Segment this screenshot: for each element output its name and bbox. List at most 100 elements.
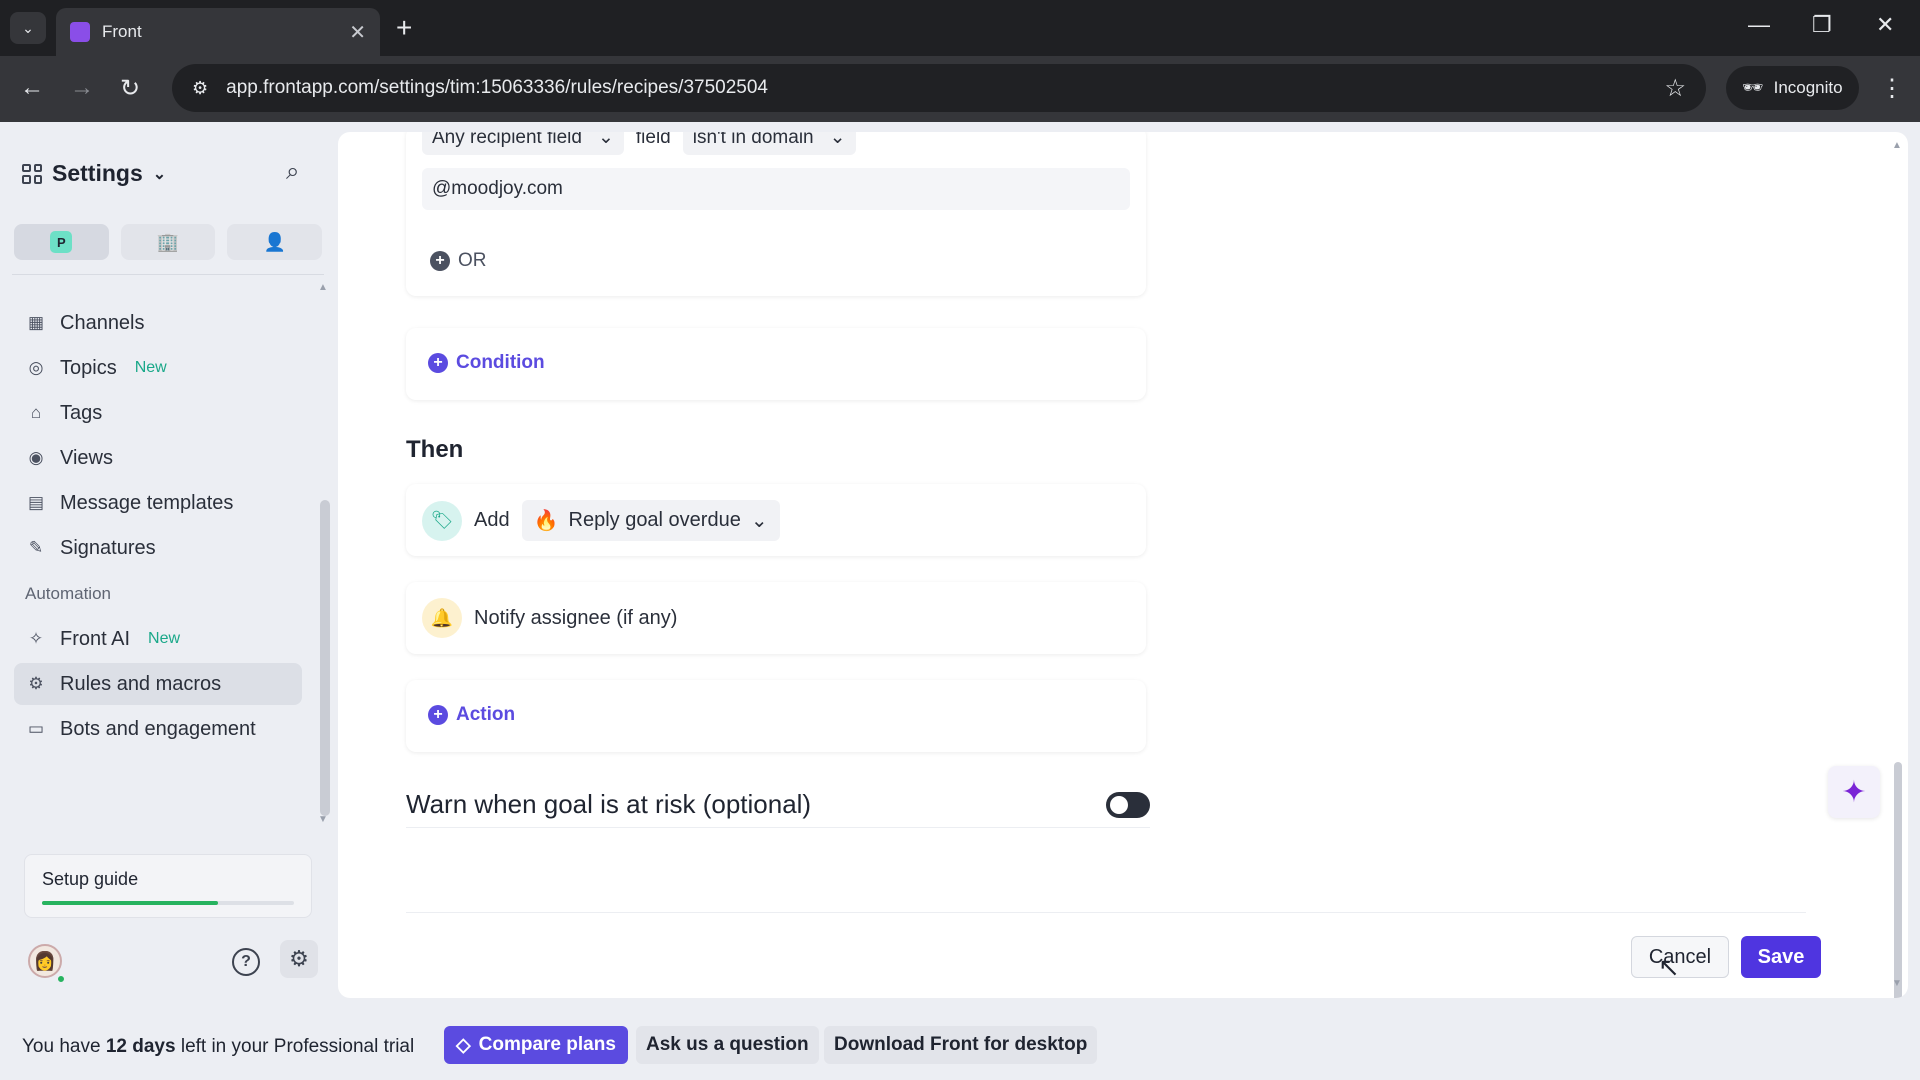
gear-icon[interactable]: ⚙: [280, 940, 318, 978]
condition-row: Any recipient field ⌄ field isn't in dom…: [422, 132, 856, 155]
tab-search-button[interactable]: ⌄: [10, 12, 46, 44]
sidebar-title: Settings: [52, 160, 143, 186]
sidebar-item-topics[interactable]: ◎ Topics New: [14, 347, 302, 389]
bookmark-star-icon[interactable]: ☆: [1664, 74, 1686, 103]
bell-icon: 🔔: [422, 598, 462, 638]
tab-company[interactable]: 🏢: [120, 224, 216, 260]
recipient-field-dropdown[interactable]: Any recipient field ⌄: [422, 132, 624, 155]
then-heading: Then: [406, 436, 464, 463]
address-bar[interactable]: ⚙ app.frontapp.com/settings/tim:15063336…: [172, 64, 1706, 112]
sidebar-item-bots-and-engagement[interactable]: ▭ Bots and engagement: [14, 708, 302, 750]
online-status-dot: [56, 974, 66, 984]
topics-icon: ◎: [28, 358, 44, 377]
signature-icon: ✎: [28, 538, 44, 557]
scroll-up-icon[interactable]: ▲: [1892, 140, 1902, 151]
setup-guide-card[interactable]: Setup guide: [24, 854, 312, 918]
sidebar-item-label: Rules and macros: [60, 672, 222, 695]
sparkle-icon: ✧: [28, 629, 44, 648]
domain-value-field[interactable]: @moodjoy.com: [422, 168, 1130, 210]
sidebar-item-label: Tags: [60, 401, 103, 424]
add-action-button[interactable]: + Action: [428, 704, 515, 726]
person-icon: 👤: [263, 231, 286, 252]
warn-label: Warn when goal is at risk (optional): [406, 789, 812, 819]
add-condition-card: + Condition: [406, 328, 1146, 400]
building-icon: 🏢: [156, 231, 180, 252]
restore-icon[interactable]: ❐: [1812, 12, 1832, 38]
sidebar-item-label: Topics: [60, 356, 117, 379]
sidebar-scrollbar[interactable]: [320, 500, 330, 816]
back-arrow-icon[interactable]: ←: [20, 74, 44, 102]
help-icon[interactable]: ?: [232, 948, 260, 976]
rule-editor-panel: Any recipient field ⌄ field isn't in dom…: [338, 132, 1908, 998]
action-row[interactable]: 🔔 Notify assignee (if any): [422, 598, 677, 638]
tab-title: Front: [102, 22, 142, 41]
add-condition-button[interactable]: + Condition: [428, 352, 545, 374]
scroll-up-icon[interactable]: ▲: [318, 282, 328, 293]
save-button[interactable]: Save: [1741, 936, 1821, 978]
new-tab-button[interactable]: +: [396, 14, 412, 42]
sidebar-item-front-ai[interactable]: ✧ Front AI New: [14, 618, 302, 660]
front-favicon-icon: [70, 22, 90, 42]
add-action-label: Action: [456, 704, 516, 725]
action-card-notify: 🔔 Notify assignee (if any): [406, 582, 1146, 654]
sidebar-item-views[interactable]: ◉ Views: [14, 437, 302, 479]
tab-personal[interactable]: P: [14, 224, 109, 260]
tag-select-dropdown[interactable]: 🔥 Reply goal overdue ⌄: [521, 500, 780, 541]
dropdown-value: isn't in domain: [692, 132, 814, 148]
tag-label: Reply goal overdue: [568, 509, 741, 531]
reload-icon[interactable]: ↻: [120, 74, 140, 103]
trial-prefix: You have: [22, 1036, 106, 1057]
front-app: Settings ⌄ ⌕ P 🏢 👤 ▲ ▦ Channels ◎ Topics…: [0, 122, 1920, 1002]
avatar[interactable]: 👩: [28, 944, 62, 978]
main-scrollbar[interactable]: [1894, 762, 1902, 998]
window-close-icon[interactable]: ✕: [1876, 12, 1894, 38]
ask-question-button[interactable]: Ask us a question: [636, 1026, 819, 1064]
browser-tab-bar: ⌄ Front ✕ + — ❐ ✕: [0, 0, 1920, 56]
plus-circle-icon: +: [428, 353, 448, 373]
warn-at-risk-toggle[interactable]: [1106, 791, 1150, 818]
settings-menu-toggle[interactable]: Settings ⌄: [22, 160, 166, 187]
browser-menu-icon[interactable]: ⋮: [1880, 74, 1904, 103]
sidebar-item-message-templates[interactable]: ▤ Message templates: [14, 482, 302, 524]
site-info-icon[interactable]: ⚙: [192, 78, 208, 99]
incognito-icon: 🕶: [1742, 78, 1764, 97]
close-icon[interactable]: ✕: [349, 20, 366, 45]
template-icon: ▤: [27, 493, 45, 512]
minimize-icon[interactable]: —: [1748, 12, 1770, 38]
tab-user[interactable]: 👤: [227, 224, 323, 260]
chevron-down-icon: ⌄: [829, 132, 846, 148]
browser-toolbar: ← → ↻ ⚙ app.frontapp.com/settings/tim:15…: [0, 56, 1920, 122]
operator-dropdown[interactable]: isn't in domain ⌄: [682, 132, 856, 155]
tag-icon: ⌂: [30, 403, 42, 422]
or-label: OR: [458, 250, 487, 271]
sidebar-item-label: Views: [60, 446, 113, 469]
field-word: field: [635, 132, 671, 148]
compare-plans-button[interactable]: ◇ Compare plans: [444, 1026, 628, 1064]
add-or-button[interactable]: + OR: [430, 250, 487, 272]
sidebar-item-tags[interactable]: ⌂ Tags: [14, 392, 302, 434]
fire-icon: 🔥: [533, 510, 559, 532]
plus-circle-icon: +: [430, 251, 450, 271]
chevron-down-icon: ⌄: [750, 510, 768, 532]
sidebar-item-rules-and-macros[interactable]: ⚙ Rules and macros: [14, 663, 302, 705]
sidebar-item-channels[interactable]: ▦ Channels: [14, 302, 302, 344]
incognito-indicator[interactable]: 🕶 Incognito: [1726, 66, 1859, 110]
scroll-down-icon[interactable]: ▼: [1892, 978, 1902, 989]
views-icon: ◉: [28, 448, 44, 467]
trial-days: 12 days: [105, 1036, 176, 1057]
grid-icon: [22, 163, 42, 184]
download-desktop-button[interactable]: Download Front for desktop: [824, 1026, 1098, 1064]
settings-scope-tabs: P 🏢 👤: [14, 224, 323, 260]
ai-assistant-sparkle-icon[interactable]: ✦: [1828, 766, 1880, 818]
forward-arrow-icon[interactable]: →: [70, 74, 94, 102]
condition-card: Any recipient field ⌄ field isn't in dom…: [406, 132, 1146, 296]
trial-suffix: left in your Professional trial: [175, 1036, 415, 1057]
sidebar-item-signatures[interactable]: ✎ Signatures: [14, 527, 302, 569]
divider: [12, 274, 324, 275]
search-icon[interactable]: ⌕: [286, 158, 299, 186]
scroll-down-icon[interactable]: ▼: [318, 814, 328, 825]
url-text: app.frontapp.com/settings/tim:15063336/r…: [226, 77, 768, 98]
browser-tab[interactable]: Front ✕: [56, 8, 380, 56]
trial-message: You have 12 days left in your Profession…: [22, 1036, 414, 1058]
cancel-button[interactable]: Cancel: [1631, 936, 1729, 978]
